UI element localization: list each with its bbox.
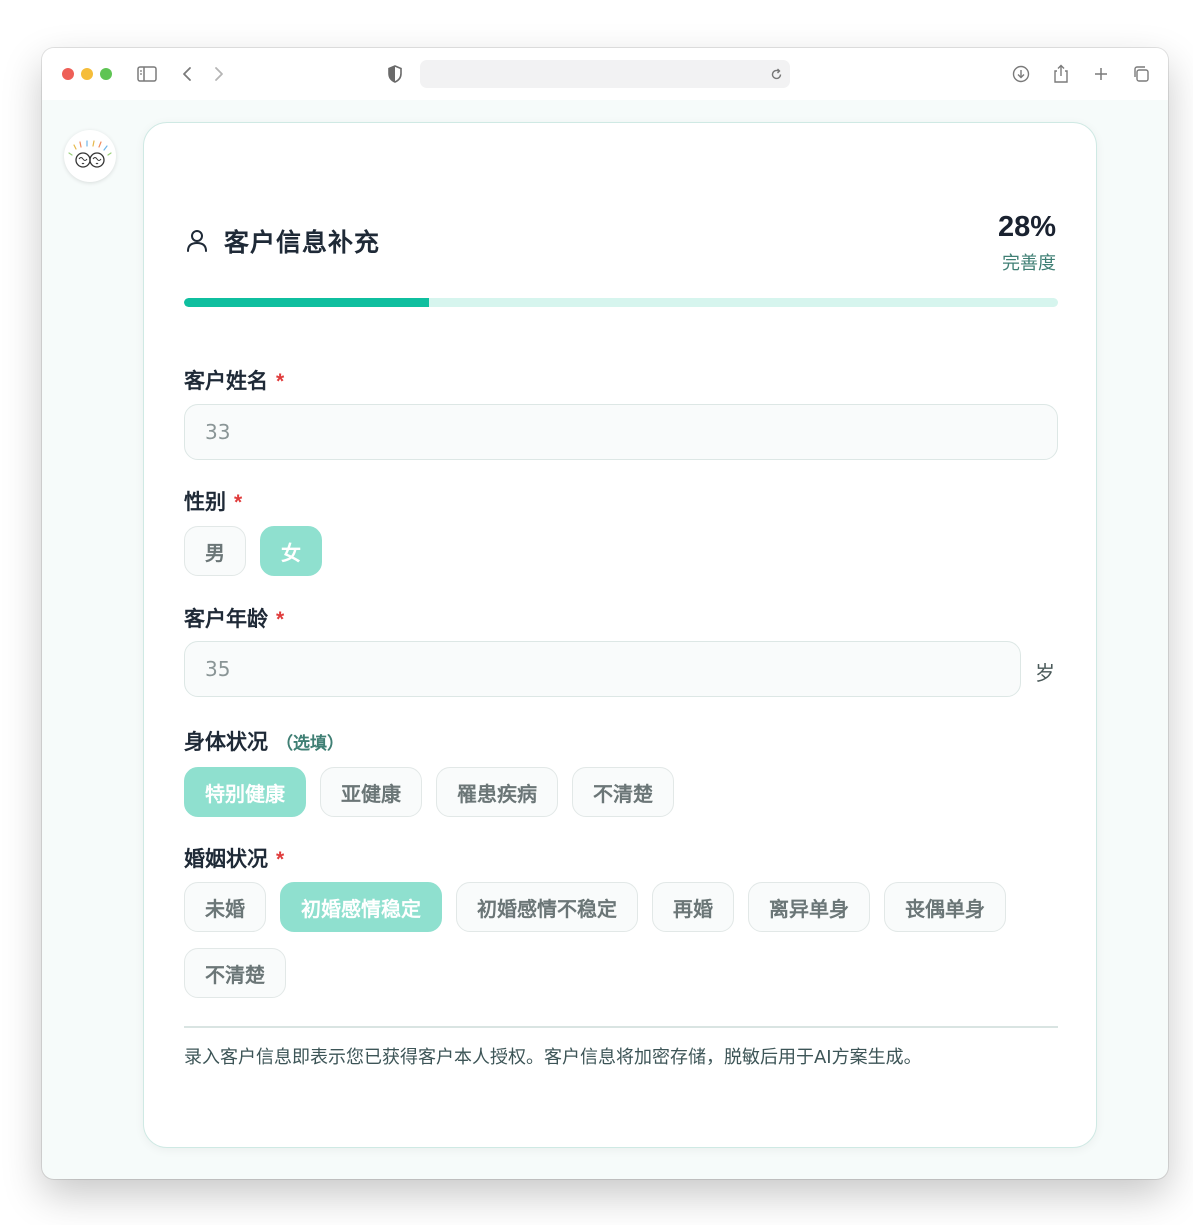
page-title: 客户信息补充 [224, 229, 381, 257]
health-option-subhealthy[interactable]: 亚健康 [320, 767, 422, 817]
completion-progress-fill [184, 298, 429, 307]
health-option-ill[interactable]: 罹患疾病 [436, 767, 558, 817]
name-label-text: 客户姓名 [184, 370, 268, 393]
completion-group: 28% 完善度 [998, 211, 1056, 275]
minimize-window-button[interactable] [81, 68, 93, 80]
required-mark: * [276, 370, 285, 393]
chip-label: 亚健康 [341, 783, 401, 806]
gender-options: 男 女 [184, 526, 322, 576]
optional-mark: （选填） [276, 734, 344, 753]
avatar[interactable] [64, 130, 116, 182]
marital-option-divorced[interactable]: 离异单身 [748, 882, 870, 932]
gender-label: 性别 * [184, 486, 242, 516]
name-label: 客户姓名 * [184, 365, 284, 395]
chip-label: 特别健康 [205, 783, 285, 806]
health-label-text: 身体状况 [184, 731, 268, 754]
chip-label: 未婚 [205, 898, 245, 921]
divider [184, 1026, 1058, 1028]
chip-label: 离异单身 [769, 898, 849, 921]
card-header: 客户信息补充 28% 完善度 [184, 211, 1056, 281]
marital-option-widowed[interactable]: 丧偶单身 [884, 882, 1006, 932]
chip-label: 不清楚 [205, 964, 265, 987]
health-option-unknown[interactable]: 不清楚 [572, 767, 674, 817]
close-window-button[interactable] [62, 68, 74, 80]
forward-icon[interactable] [207, 62, 231, 86]
health-option-very-healthy[interactable]: 特别健康 [184, 767, 306, 817]
age-input[interactable]: 35 [184, 641, 1021, 697]
marital-option-single[interactable]: 未婚 [184, 882, 266, 932]
sidebar-icon[interactable] [135, 62, 159, 86]
browser-window: 客户信息补充 28% 完善度 客户姓名 * 33 性别 * 男 女 客户年龄 * [42, 48, 1168, 1179]
required-mark: * [276, 848, 285, 871]
share-icon[interactable] [1049, 62, 1073, 86]
privacy-notice: 录入客户信息即表示您已获得客户本人授权。客户信息将加密存储，脱敏后用于AI方案生… [184, 1047, 922, 1068]
chip-label: 丧偶单身 [905, 898, 985, 921]
completion-label: 完善度 [1002, 253, 1056, 274]
new-tab-icon[interactable] [1089, 62, 1113, 86]
marital-options: 未婚 初婚感情稳定 初婚感情不稳定 再婚 离异单身 丧偶单身 不清楚 [184, 882, 1058, 998]
tabs-icon[interactable] [1129, 62, 1153, 86]
required-mark: * [276, 608, 285, 631]
doodle-face-icon [68, 140, 112, 168]
marital-option-unknown[interactable]: 不清楚 [184, 948, 286, 998]
chip-label: 罹患疾病 [457, 783, 537, 806]
marital-option-remarried[interactable]: 再婚 [652, 882, 734, 932]
age-unit: 岁 [1035, 661, 1055, 685]
shield-icon[interactable] [383, 62, 407, 86]
gender-label-text: 性别 [184, 491, 226, 514]
marital-label-text: 婚姻状况 [184, 848, 268, 871]
marital-option-first-unstable[interactable]: 初婚感情不稳定 [456, 882, 638, 932]
completion-value: 28% [997, 211, 1056, 243]
name-input[interactable]: 33 [184, 404, 1058, 460]
marital-label: 婚姻状况 * [184, 843, 284, 873]
download-icon[interactable] [1009, 62, 1033, 86]
age-label-text: 客户年龄 [184, 608, 268, 631]
chip-label: 再婚 [673, 898, 713, 921]
user-icon [184, 228, 210, 254]
name-input-value: 33 [205, 420, 231, 444]
reload-icon[interactable] [768, 66, 784, 82]
completion-progress-bar [184, 298, 1058, 307]
address-bar[interactable] [420, 60, 790, 88]
gender-option-male[interactable]: 男 [184, 526, 246, 576]
title-group: 客户信息补充 [184, 223, 380, 259]
age-label: 客户年龄 * [184, 603, 284, 633]
chip-label: 男 [205, 542, 225, 565]
required-mark: * [234, 491, 243, 514]
chip-label: 女 [281, 542, 301, 565]
zoom-window-button[interactable] [100, 68, 112, 80]
gender-option-female[interactable]: 女 [260, 526, 322, 576]
chip-label: 初婚感情不稳定 [477, 898, 617, 921]
customer-info-card: 客户信息补充 28% 完善度 客户姓名 * 33 性别 * 男 女 客户年龄 * [143, 122, 1097, 1148]
health-options: 特别健康 亚健康 罹患疾病 不清楚 [184, 767, 674, 817]
health-label: 身体状况 （选填） [184, 726, 344, 756]
chip-label: 不清楚 [593, 783, 653, 806]
back-icon[interactable] [175, 62, 199, 86]
marital-option-first-stable[interactable]: 初婚感情稳定 [280, 882, 442, 932]
age-input-value: 35 [205, 657, 231, 681]
chip-label: 初婚感情稳定 [301, 898, 421, 921]
browser-toolbar [42, 48, 1168, 100]
